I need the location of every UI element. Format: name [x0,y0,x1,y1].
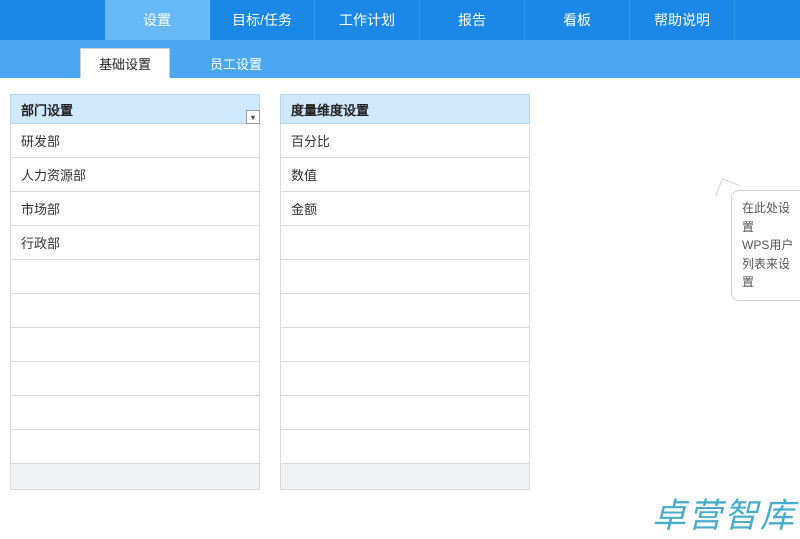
tab-goals[interactable]: 目标/任务 [210,0,315,40]
tab-settings[interactable]: 设置 [105,0,210,40]
sub-nav: 基础设置 员工设置 [0,40,800,78]
content-area: 部门设置 ▾ 研发部 人力资源部 市场部 行政部 度量维度设置 [0,78,800,490]
nav-spacer [735,0,800,40]
list-item[interactable]: 行政部 [11,226,259,260]
cell-text: 数值 [291,165,317,184]
panel-footer [10,464,260,490]
tab-kanban[interactable]: 看板 [525,0,630,40]
tab-label: 报告 [458,10,486,30]
subtab-label: 基础设置 [99,54,151,73]
list-item-empty[interactable] [281,294,529,328]
dropdown-icon[interactable]: ▾ [246,110,260,124]
hint-line: 在此处设置 [742,199,795,236]
list-item[interactable]: 市场部 [11,192,259,226]
list-item[interactable]: 金额 [281,192,529,226]
tab-label: 设置 [143,10,171,30]
list-item[interactable]: 人力资源部 [11,158,259,192]
hint-line: WPS用户 [742,236,795,255]
subtab-staff-settings[interactable]: 员工设置 [192,48,280,78]
list-item-empty[interactable] [281,260,529,294]
metric-panel: 度量维度设置 百分比 数值 金额 [280,94,530,490]
list-item-empty[interactable] [11,430,259,464]
panel-footer [280,464,530,490]
tab-help[interactable]: 帮助说明 [630,0,735,40]
nav-spacer [0,0,105,40]
list-item-empty[interactable] [281,328,529,362]
hint-line: 列表来设置 [742,255,795,292]
cell-text: 人力资源部 [21,165,86,184]
cell-text: 金额 [291,199,317,218]
cell-text: 市场部 [21,199,60,218]
list-item-empty[interactable] [11,260,259,294]
tab-workplan[interactable]: 工作计划 [315,0,420,40]
list-item-empty[interactable] [11,396,259,430]
tab-label: 目标/任务 [232,10,292,30]
cell-text: 百分比 [291,131,330,150]
list-item-empty[interactable] [281,226,529,260]
list-item[interactable]: 数值 [281,158,529,192]
department-panel: 部门设置 ▾ 研发部 人力资源部 市场部 行政部 [10,94,260,490]
list-item-empty[interactable] [11,362,259,396]
tab-label: 看板 [563,10,591,30]
top-nav: 设置 目标/任务 工作计划 报告 看板 帮助说明 [0,0,800,40]
list-item-empty[interactable] [281,396,529,430]
subtab-basic-settings[interactable]: 基础设置 [80,48,170,78]
list-item[interactable]: 研发部 [11,124,259,158]
list-item-empty[interactable] [281,362,529,396]
tab-label: 工作计划 [339,10,395,30]
tab-report[interactable]: 报告 [420,0,525,40]
list-item-empty[interactable] [11,294,259,328]
subtab-label: 员工设置 [210,54,262,73]
hint-bubble: 在此处设置 WPS用户 列表来设置 [731,190,800,301]
panel-title: 度量维度设置 [291,100,369,119]
department-rows: 研发部 人力资源部 市场部 行政部 [10,124,260,464]
metric-panel-header: 度量维度设置 [280,94,530,124]
metric-rows: 百分比 数值 金额 [280,124,530,464]
tab-label: 帮助说明 [654,10,710,30]
panel-title: 部门设置 [21,100,73,119]
list-item[interactable]: 百分比 [281,124,529,158]
watermark-text: 卓营智库 [652,488,796,537]
department-panel-header: 部门设置 ▾ [10,94,260,124]
cell-text: 研发部 [21,131,60,150]
list-item-empty[interactable] [281,430,529,464]
cell-text: 行政部 [21,233,60,252]
list-item-empty[interactable] [11,328,259,362]
